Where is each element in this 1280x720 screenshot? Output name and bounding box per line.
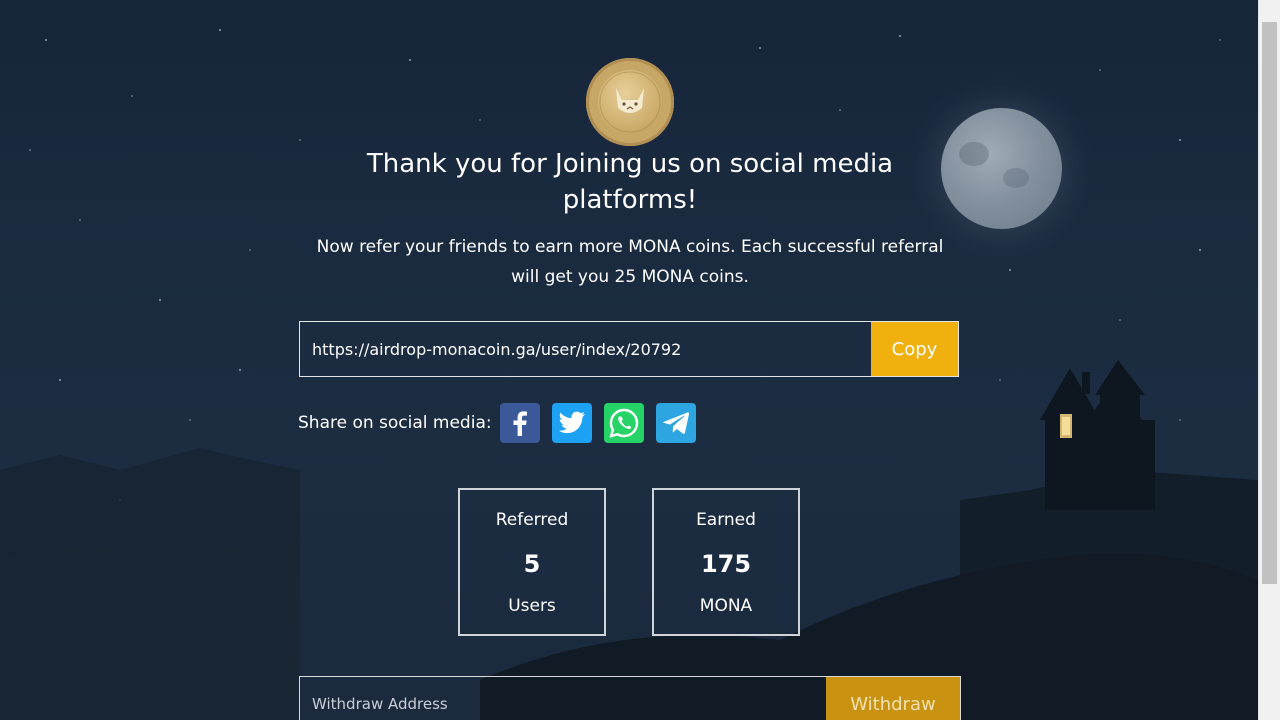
- vertical-scrollbar[interactable]: [1258, 0, 1280, 720]
- copy-button[interactable]: Copy: [871, 322, 958, 376]
- monacoin-logo: [586, 58, 674, 146]
- earned-label: Earned: [696, 510, 756, 530]
- earned-stat-card: Earned 175 MONA: [652, 488, 800, 636]
- withdraw-address-input[interactable]: [300, 677, 826, 720]
- referral-link-group: Copy: [299, 321, 959, 377]
- twitter-share-button[interactable]: [551, 403, 592, 443]
- withdraw-button[interactable]: Withdraw: [826, 677, 960, 720]
- facebook-icon: [513, 411, 527, 436]
- twitter-icon: [558, 411, 585, 434]
- earned-unit: MONA: [699, 596, 753, 616]
- scrollbar-thumb[interactable]: [1262, 22, 1277, 584]
- telegram-icon: [662, 412, 689, 434]
- withdraw-group: Withdraw: [299, 676, 961, 720]
- referred-count: 5: [523, 550, 541, 578]
- share-label: Share on social media:: [298, 413, 492, 433]
- page-background: Thank you for Joining us on social media…: [0, 0, 1258, 720]
- earned-amount: 175: [700, 550, 752, 578]
- referral-link-input[interactable]: [300, 322, 871, 376]
- page-title: Thank you for Joining us on social media…: [366, 149, 894, 215]
- share-row: Share on social media:: [298, 403, 708, 443]
- facebook-share-button[interactable]: [499, 403, 540, 443]
- referred-label: Referred: [495, 510, 569, 530]
- whatsapp-share-button[interactable]: [603, 403, 644, 443]
- page-subtitle: Now refer your friends to earn more MONA…: [316, 237, 944, 287]
- main-content: Thank you for Joining us on social media…: [0, 0, 1258, 720]
- referred-stat-card: Referred 5 Users: [458, 488, 606, 636]
- telegram-share-button[interactable]: [655, 403, 696, 443]
- whatsapp-icon: [609, 408, 638, 438]
- cat-face-icon: [599, 71, 661, 133]
- referred-unit: Users: [508, 596, 556, 616]
